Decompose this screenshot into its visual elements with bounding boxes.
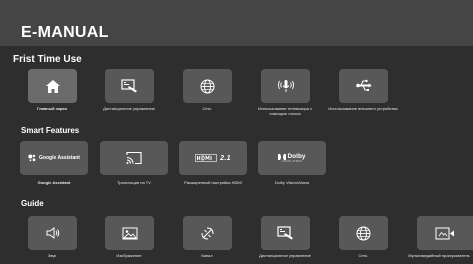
hdmi-logo (195, 154, 217, 162)
voice-mic-icon (277, 80, 294, 92)
speaker-icon (46, 227, 59, 239)
tile-dolby[interactable]: Dolby VISION·ATMOS (258, 141, 326, 175)
caption-media-player: Мультимедийный проигрыватель (408, 253, 470, 258)
usb-icon (355, 79, 371, 91)
section-title-first-time-use: Frist Time Use (13, 54, 82, 65)
cast-icon (126, 151, 142, 165)
header-bar: E-MANUAL (0, 0, 473, 46)
tile-hdmi-settings[interactable]: 2.1 (179, 141, 247, 175)
tile-home-screen[interactable] (28, 69, 77, 103)
google-assistant-icon: Google Assistant (28, 154, 80, 162)
dolby-icon: Dolby VISION·ATMOS (278, 153, 306, 163)
remote-control-icon (120, 79, 137, 93)
caption-home-screen: Главный экран (37, 106, 67, 111)
caption-external-device: Использование внешнего устройства (328, 106, 398, 111)
caption-cast-to-tv: Трансляция на TV (117, 180, 151, 185)
caption-network: Сеть (202, 106, 212, 111)
tile-voice-control[interactable] (261, 69, 310, 103)
caption-voice-control: Использование телевизора с помощью голос… (257, 106, 313, 116)
tile-remote-control[interactable] (105, 69, 154, 103)
section-title-smart-features: Smart Features (21, 126, 80, 135)
tile-cast-to-tv[interactable] (100, 141, 168, 175)
app-title: E-MANUAL (21, 24, 109, 41)
tile-external-device[interactable] (339, 69, 388, 103)
dolby-badge: Dolby (287, 153, 306, 160)
hdmi-version-badge: 2.1 (220, 154, 231, 162)
dolby-sub-badge: VISION·ATMOS (281, 160, 303, 163)
globe-icon (356, 226, 371, 240)
globe-icon (200, 79, 215, 93)
home-icon (45, 79, 60, 93)
tile-network[interactable] (183, 69, 232, 103)
caption-dolby: Dolby Vision/Atmos (274, 180, 310, 185)
tile-sound[interactable] (28, 216, 77, 250)
caption-hdmi-settings: Расширенный настройка HDMI (184, 180, 242, 185)
caption-channel: Канал (201, 253, 213, 258)
section-title-guide: Guide (21, 199, 44, 208)
picture-icon (122, 227, 137, 239)
satellite-icon (201, 227, 214, 239)
caption-picture: Изображение (116, 253, 142, 258)
tile-google-assistant[interactable]: Google Assistant (20, 141, 88, 175)
tile-picture[interactable] (105, 216, 154, 250)
tile-guide-remote-control[interactable] (261, 216, 310, 250)
google-assistant-badge: Google Assistant (39, 155, 80, 161)
dolby-double-d-icon (278, 153, 287, 160)
media-player-icon (435, 227, 454, 239)
tile-media-player[interactable] (417, 216, 473, 250)
remote-control-icon (276, 226, 293, 240)
tile-guide-network[interactable] (339, 216, 388, 250)
caption-google-assistant: Google Assistant (37, 180, 71, 185)
caption-sound: Звук (47, 253, 57, 258)
caption-guide-remote-control: Дистанционное управление (259, 253, 311, 258)
hdmi-icon: 2.1 (195, 154, 231, 162)
tile-channel[interactable] (183, 216, 232, 250)
caption-guide-network: Сеть (358, 253, 368, 258)
caption-remote-control: Дистанционное управление (103, 106, 155, 111)
